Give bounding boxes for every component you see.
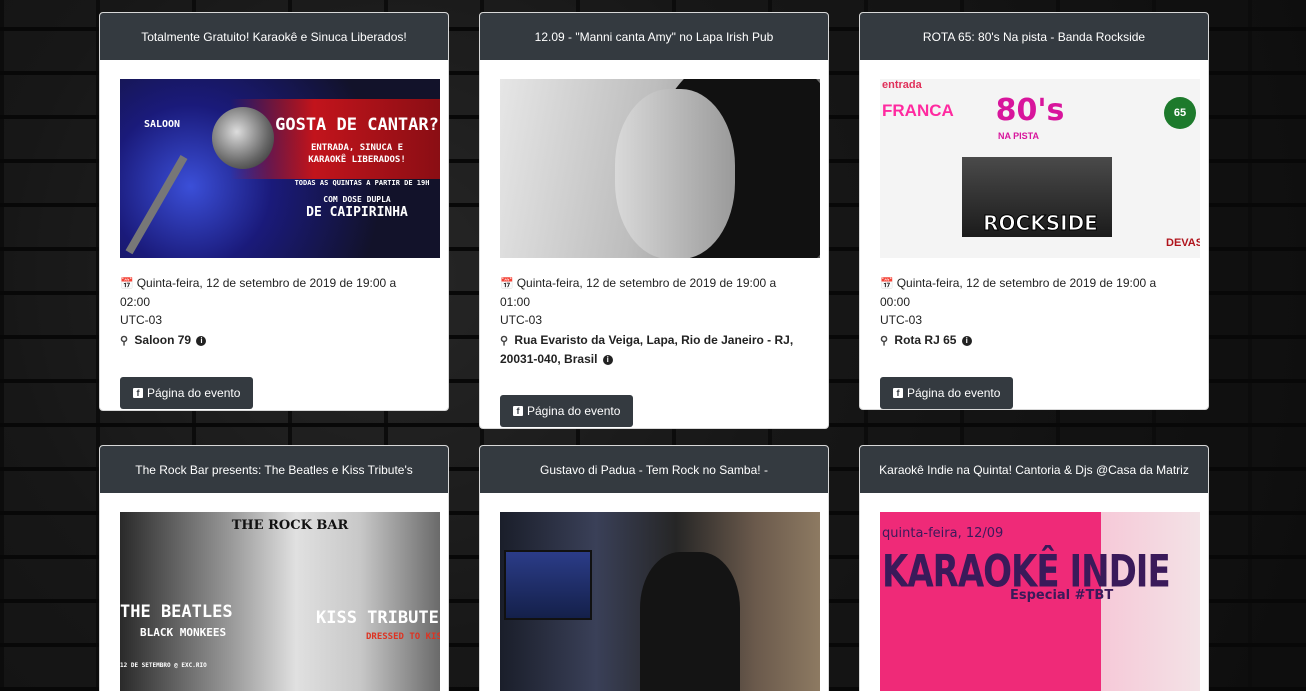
map-marker-icon: ⚲ xyxy=(880,335,889,347)
event-image[interactable]: entrada FRANCA 80's NA PISTA 65 ROCKSIDE… xyxy=(880,79,1200,258)
facebook-icon: f xyxy=(893,388,903,398)
event-page-button[interactable]: f Página do evento xyxy=(880,377,1014,409)
event-venue-text: Rota RJ 65 xyxy=(894,333,957,347)
event-meta: 📅 Quinta-feira, 12 de setembro de 2019 de… xyxy=(120,274,428,350)
event-venue-text: Saloon 79 xyxy=(134,333,192,347)
event-card: 12.09 - "Manni canta Amy" no Lapa Irish … xyxy=(479,12,829,429)
event-card: Karaokê Indie na Quinta! Cantoria & Djs … xyxy=(859,445,1209,691)
image-day: quinta-feira, 12/09 xyxy=(882,526,1004,541)
image-beatles: THE BEATLES xyxy=(120,602,233,622)
image-entrada: entrada xyxy=(882,79,922,91)
image-date: 12 DE SETEMBRO @ EXC.RIO xyxy=(120,662,207,669)
image-headline: GOSTA DE CANTAR? xyxy=(275,115,439,135)
event-image[interactable] xyxy=(500,512,820,691)
event-image[interactable]: SALOON GOSTA DE CANTAR? ENTRADA, SINUCA … xyxy=(120,79,440,258)
event-page-button-label: Página do evento xyxy=(147,386,241,400)
image-franca: FRANCA xyxy=(882,101,954,120)
event-page-button-label: Página do evento xyxy=(907,386,1001,400)
image-band-name: ROCKSIDE xyxy=(983,211,1099,236)
info-circle-icon[interactable]: i xyxy=(961,335,972,346)
event-date: 📅 Quinta-feira, 12 de setembro de 2019 de… xyxy=(880,274,1188,311)
event-card: Totalmente Gratuito! Karaokê e Sinuca Li… xyxy=(99,12,449,411)
event-title: Gustavo di Padua - Tem Rock no Samba! - xyxy=(480,446,828,493)
event-date-text: Quinta-feira, 12 de setembro de 2019 de … xyxy=(120,276,397,309)
musician-silhouette xyxy=(640,552,740,691)
event-meta: 📅 Quinta-feira, 12 de setembro de 2019 de… xyxy=(500,274,808,368)
event-title: ROTA 65: 80's Na pista - Banda Rockside xyxy=(860,13,1208,60)
calendar-icon: 📅 xyxy=(880,278,894,290)
image-logo: SALOON xyxy=(143,119,181,130)
event-card: The Rock Bar presents: The Beatles e Kis… xyxy=(99,445,449,691)
portrait-face xyxy=(615,89,735,258)
image-line: ENTRADA, SINUCA E xyxy=(310,143,404,153)
image-subtitle: Especial #TBT xyxy=(1010,588,1114,603)
event-image[interactable]: quinta-feira, 12/09 KARAOKÊ INDIE Especi… xyxy=(880,512,1200,691)
image-kiss: KISS TRIBUTE xyxy=(316,608,439,628)
image-dressed: DRESSED TO KISS xyxy=(366,632,440,642)
image-devassa: DEVASS xyxy=(1166,237,1200,249)
microphone-stand xyxy=(125,155,188,255)
facebook-icon: f xyxy=(133,388,143,398)
image-line: KARAOKÊ LIBERADOS! xyxy=(308,155,406,165)
event-meta: 📅 Quinta-feira, 12 de setembro de 2019 de… xyxy=(880,274,1188,350)
calendar-icon: 📅 xyxy=(120,278,134,290)
event-venue-text: Rua Evaristo da Veiga, Lapa, Rio de Jane… xyxy=(500,333,794,366)
event-venue: ⚲ Rota RJ 65 i xyxy=(880,331,1188,350)
event-title: Totalmente Gratuito! Karaokê e Sinuca Li… xyxy=(100,13,448,60)
image-monkees: BLACK MONKEES xyxy=(140,626,227,639)
event-page-button[interactable]: f Página do evento xyxy=(500,395,634,427)
info-circle-icon[interactable]: i xyxy=(602,354,613,365)
event-venue: ⚲ Rua Evaristo da Veiga, Lapa, Rio de Ja… xyxy=(500,331,808,368)
calendar-icon: 📅 xyxy=(500,278,514,290)
event-card: ROTA 65: 80's Na pista - Banda Rockside … xyxy=(859,12,1209,410)
image-line: COM DOSE DUPLA xyxy=(323,195,391,204)
event-card: Gustavo di Padua - Tem Rock no Samba! - xyxy=(479,445,829,691)
event-timezone: UTC-03 xyxy=(500,313,543,327)
event-image[interactable]: THE ROCK BAR THE BEATLES BLACK MONKEES K… xyxy=(120,512,440,691)
facebook-icon: f xyxy=(513,406,523,416)
image-badge: 65 xyxy=(1164,97,1196,129)
event-image[interactable] xyxy=(500,79,820,258)
event-page-button-label: Página do evento xyxy=(527,404,621,418)
image-logo: THE ROCK BAR xyxy=(231,518,349,533)
event-title: Karaokê Indie na Quinta! Cantoria & Djs … xyxy=(860,446,1208,493)
event-venue: ⚲ Saloon 79 i xyxy=(120,331,428,350)
event-timezone: UTC-03 xyxy=(120,313,163,327)
image-line: DE CAIPIRINHA xyxy=(306,205,408,220)
map-marker-icon: ⚲ xyxy=(500,335,509,347)
event-date: 📅 Quinta-feira, 12 de setembro de 2019 de… xyxy=(500,274,808,311)
image-line: TODAS AS QUINTAS A PARTIR DE 19H xyxy=(294,179,430,187)
image-eighties: 80's xyxy=(995,93,1065,128)
info-circle-icon[interactable]: i xyxy=(196,335,207,346)
studio-monitor xyxy=(504,550,592,620)
microphone-graphic xyxy=(212,107,274,169)
event-title: 12.09 - "Manni canta Amy" no Lapa Irish … xyxy=(480,13,828,60)
map-marker-icon: ⚲ xyxy=(120,335,129,347)
event-date-text: Quinta-feira, 12 de setembro de 2019 de … xyxy=(880,276,1157,309)
event-date-text: Quinta-feira, 12 de setembro de 2019 de … xyxy=(500,276,777,309)
image-na-pista: NA PISTA xyxy=(998,131,1040,141)
event-page-button[interactable]: f Página do evento xyxy=(120,377,254,409)
event-date: 📅 Quinta-feira, 12 de setembro de 2019 de… xyxy=(120,274,428,311)
event-title: The Rock Bar presents: The Beatles e Kis… xyxy=(100,446,448,493)
event-timezone: UTC-03 xyxy=(880,313,923,327)
